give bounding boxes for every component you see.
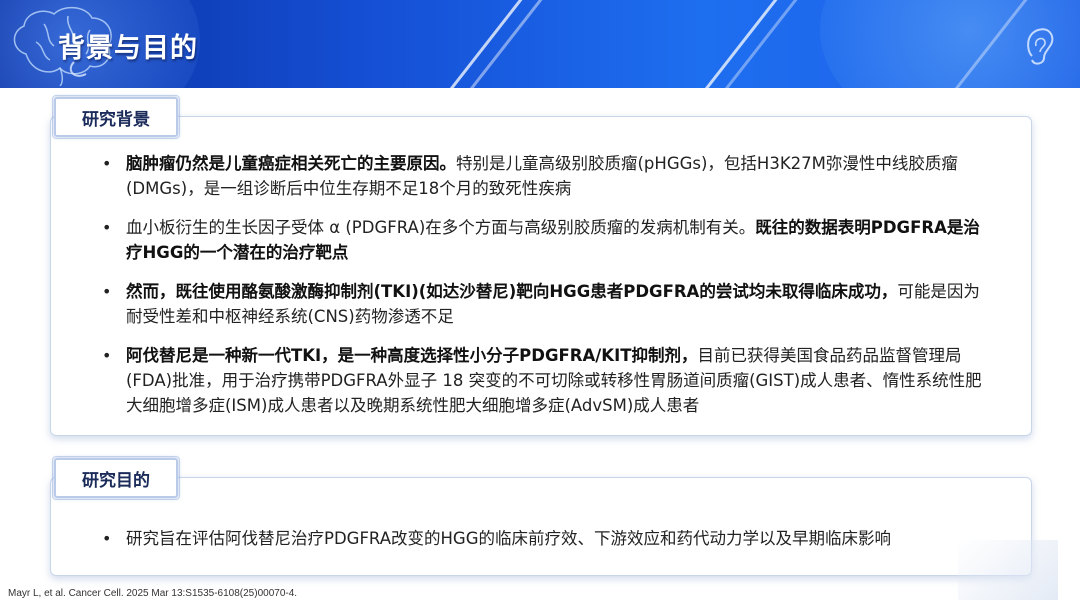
- list-item: 然而，既往使用酪氨酸激酶抑制剂(TKI)(如达沙替尼)靶向HGG患者PDGFRA…: [102, 279, 992, 329]
- tab-research-objective: 研究目的: [52, 456, 180, 500]
- objective-list: 研究旨在评估阿伐替尼治疗PDGFRA改变的HGG的临床前疗效、下游效应和药代动力…: [102, 526, 992, 551]
- watermark-corner: [958, 540, 1058, 600]
- tab-label: 研究背景: [82, 109, 150, 130]
- tab-label: 研究目的: [82, 470, 150, 491]
- page-title: 背景与目的: [58, 33, 198, 64]
- list-item: 研究旨在评估阿伐替尼治疗PDGFRA改变的HGG的临床前疗效、下游效应和药代动力…: [102, 526, 992, 551]
- tab-research-background: 研究背景: [52, 95, 180, 139]
- background-list: 脑肿瘤仍然是儿童癌症相关死亡的主要原因。特别是儿童高级别胶质瘤(pHGGs)，包…: [102, 151, 992, 432]
- citation: Mayr L, et al. Cancer Cell. 2025 Mar 13:…: [8, 588, 298, 599]
- list-item: 血小板衍生的生长因子受体 α (PDGFRA)在多个方面与高级别胶质瘤的发病机制…: [102, 215, 992, 265]
- ear-icon: [1027, 28, 1054, 65]
- header-banner: 背景与目的: [0, 0, 1080, 88]
- list-item: 阿伐替尼是一种新一代TKI，是一种高度选择性小分子PDGFRA/KIT抑制剂，目…: [102, 343, 992, 418]
- list-item: 脑肿瘤仍然是儿童癌症相关死亡的主要原因。特别是儿童高级别胶质瘤(pHGGs)，包…: [102, 151, 992, 201]
